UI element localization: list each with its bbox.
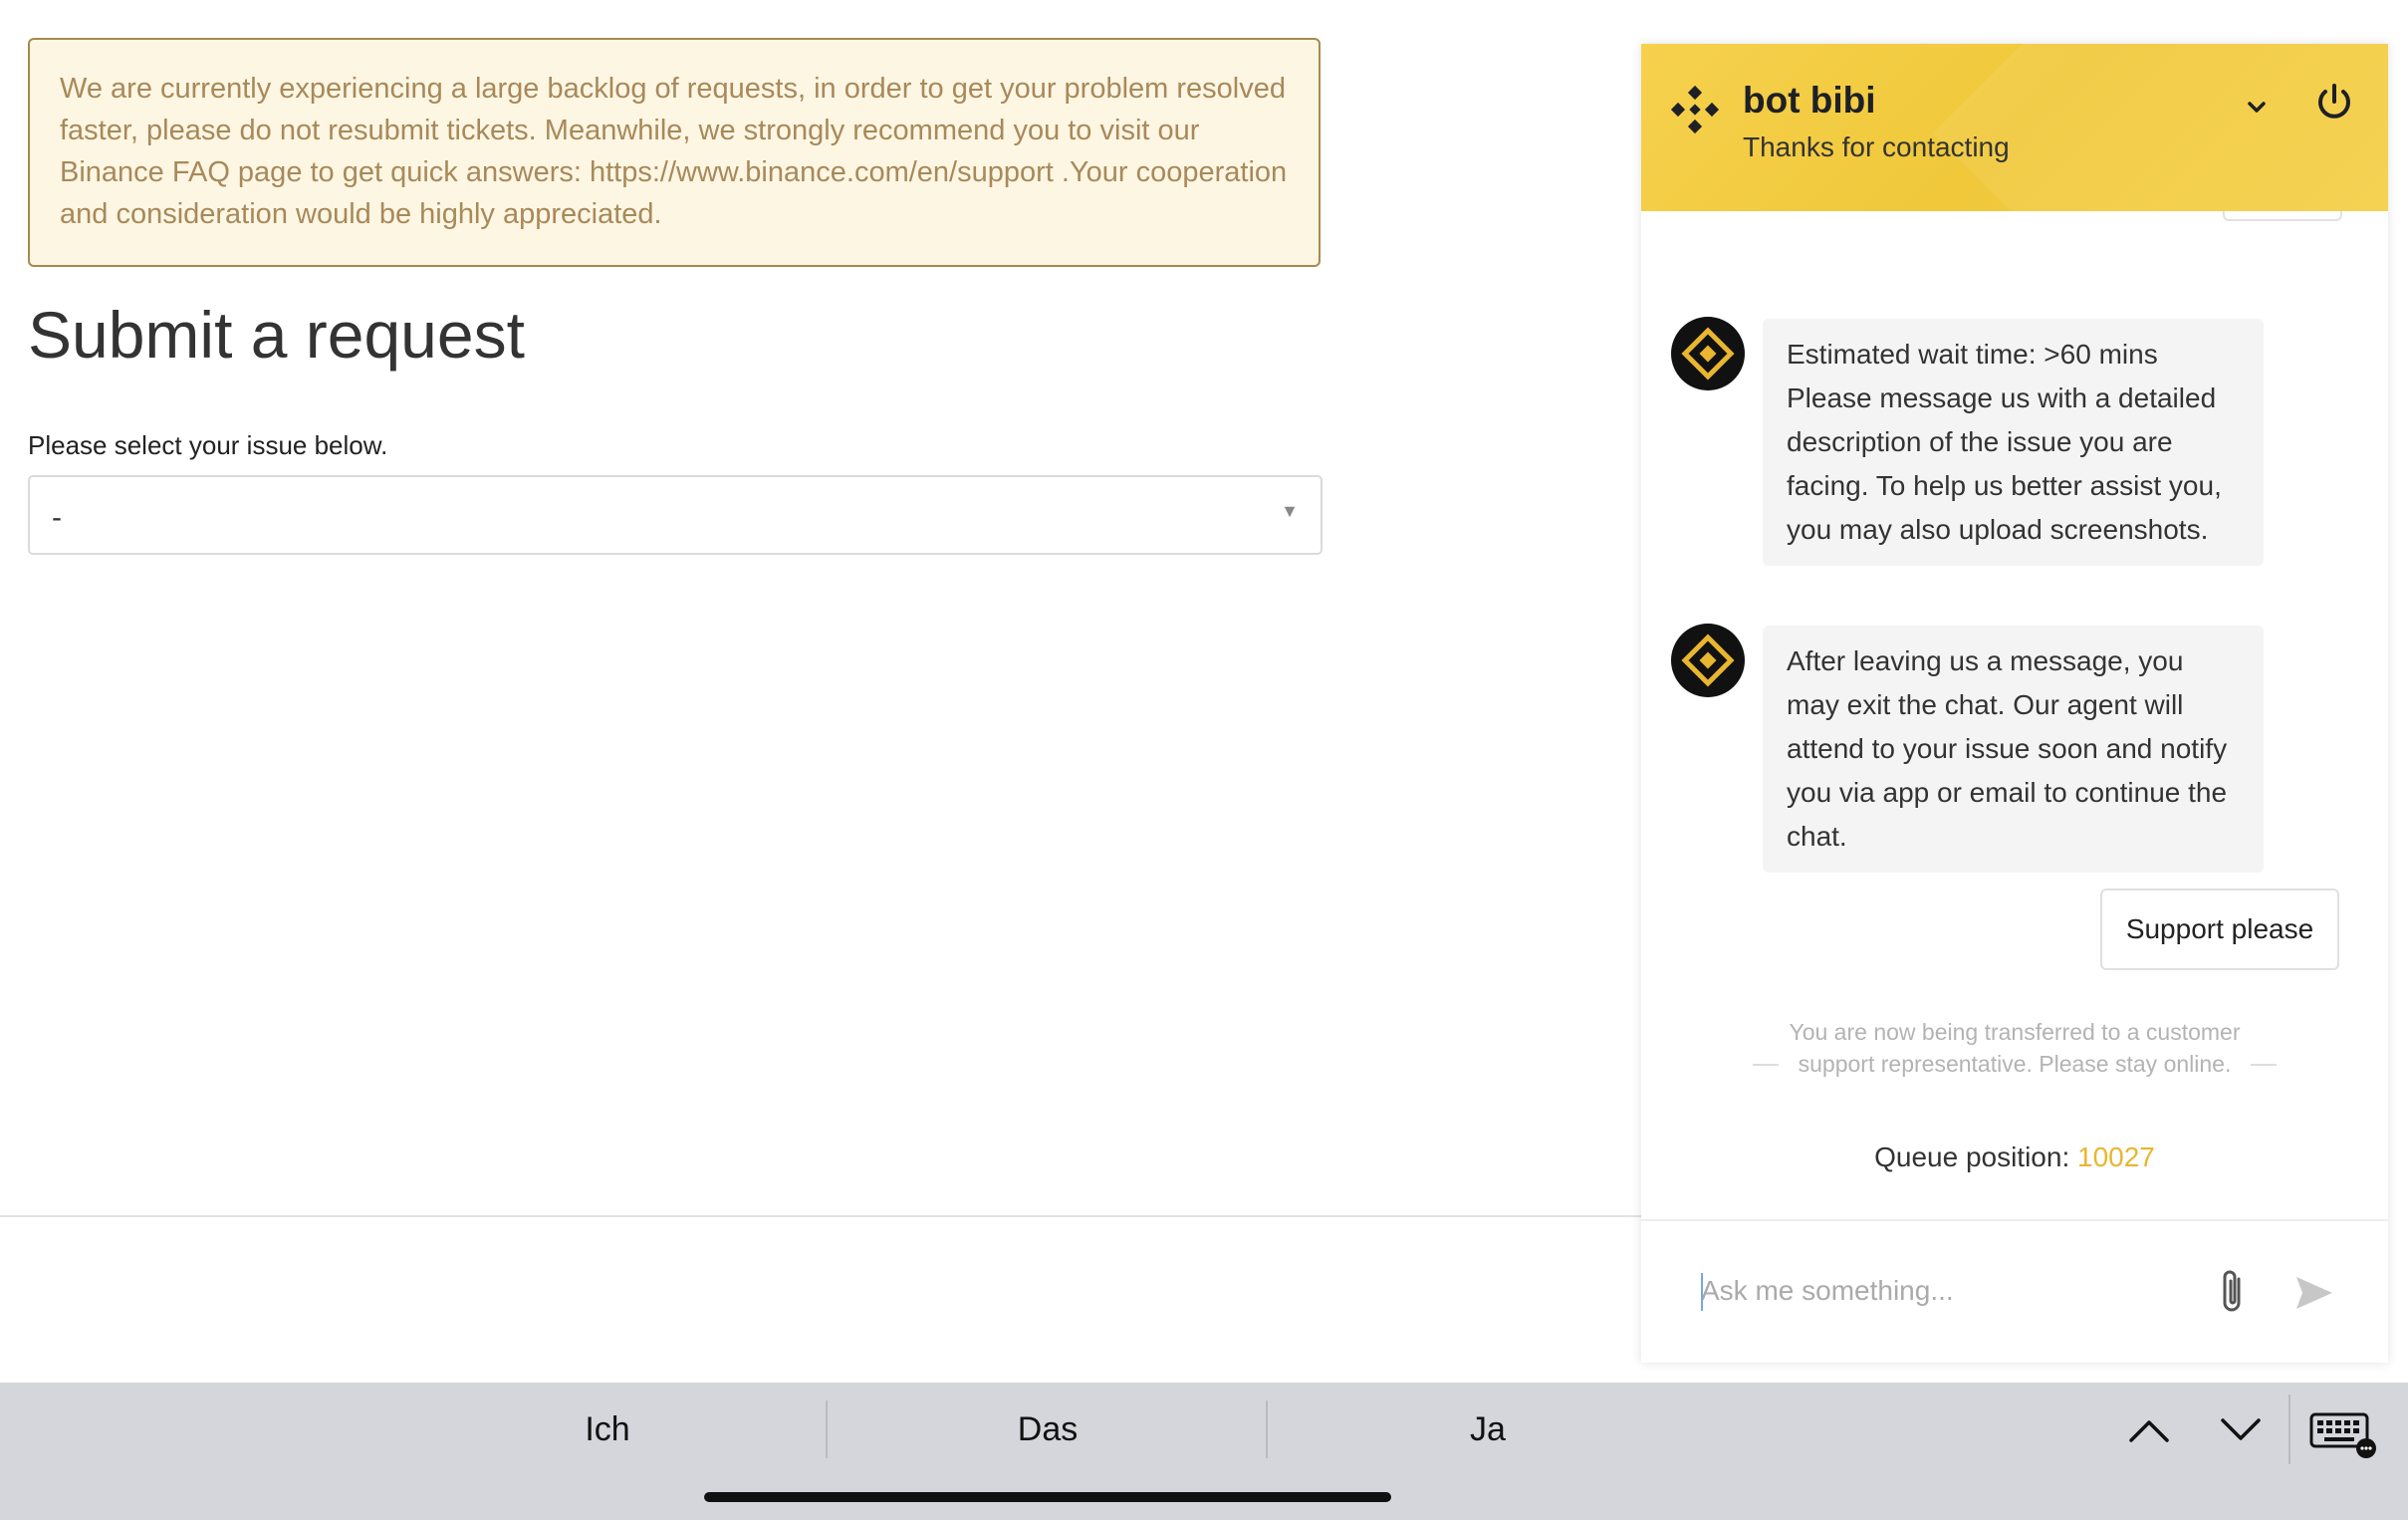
support-please-button[interactable]: Support please [2100, 888, 2339, 970]
send-icon[interactable] [2292, 1273, 2336, 1313]
suggestion-ich[interactable]: Ich [387, 1410, 828, 1449]
binance-logo-icon [1670, 85, 1720, 134]
system-divider-left [1753, 1064, 1779, 1066]
bot-name: bot bibi [1743, 80, 1876, 121]
bot-subtitle: Thanks for contacting [1743, 131, 2010, 162]
chat-input-bar [1641, 1219, 2388, 1365]
backlog-notice: We are currently experiencing a large ba… [28, 38, 1321, 267]
dropdown-arrow-icon: ▼ [1281, 501, 1299, 521]
issue-select-value: - [52, 501, 62, 534]
system-divider-right [2251, 1064, 2277, 1066]
bot-message: Estimated wait time: >60 mins Please mes… [1763, 319, 2264, 566]
chat-header: bot bibi Thanks for contacting [1641, 44, 2388, 211]
page-title: Submit a request [28, 298, 525, 372]
footer-divider [0, 1215, 1641, 1217]
queue-number: 10027 [2077, 1141, 2155, 1172]
chat-widget: bot bibi Thanks for contacting Estimated… [1641, 44, 2388, 1363]
header-pattern [1933, 44, 2388, 211]
home-indicator [704, 1492, 1391, 1502]
suggestion-das[interactable]: Das [828, 1410, 1268, 1449]
chevron-down-icon[interactable] [2217, 1412, 2265, 1448]
power-icon[interactable] [2310, 80, 2358, 127]
chat-message-list[interactable]: Estimated wait time: >60 mins Please mes… [1641, 211, 2388, 1219]
paperclip-icon[interactable] [2211, 1265, 2255, 1319]
keyboard-separator [2288, 1394, 2290, 1464]
chevron-up-icon[interactable] [2125, 1412, 2173, 1448]
keyboard-suggestion-bar: Ich Das Ja [0, 1383, 2408, 1520]
chevron-down-icon[interactable] [2239, 90, 2275, 126]
bot-avatar-icon [1671, 317, 1745, 390]
issue-select[interactable]: - ▼ [28, 475, 1323, 555]
queue-label: Queue position: [1874, 1141, 2070, 1172]
transfer-system-message: You are now being transferred to a custo… [1789, 1019, 2241, 1077]
queue-position: Queue position: 10027 [1641, 1141, 2388, 1173]
text-caret [1701, 1273, 1703, 1311]
suggestion-ja[interactable]: Ja [1268, 1410, 1708, 1449]
issue-select-label: Please select your issue below. [28, 430, 388, 460]
keyboard-icon[interactable] [2308, 1408, 2378, 1460]
backlog-notice-text: We are currently experiencing a large ba… [60, 73, 1288, 230]
bot-avatar-icon [1671, 624, 1745, 697]
previous-message-stub [2223, 211, 2342, 221]
chat-message-input[interactable] [1701, 1261, 2219, 1321]
bot-message: After leaving us a message, you may exit… [1763, 626, 2264, 873]
